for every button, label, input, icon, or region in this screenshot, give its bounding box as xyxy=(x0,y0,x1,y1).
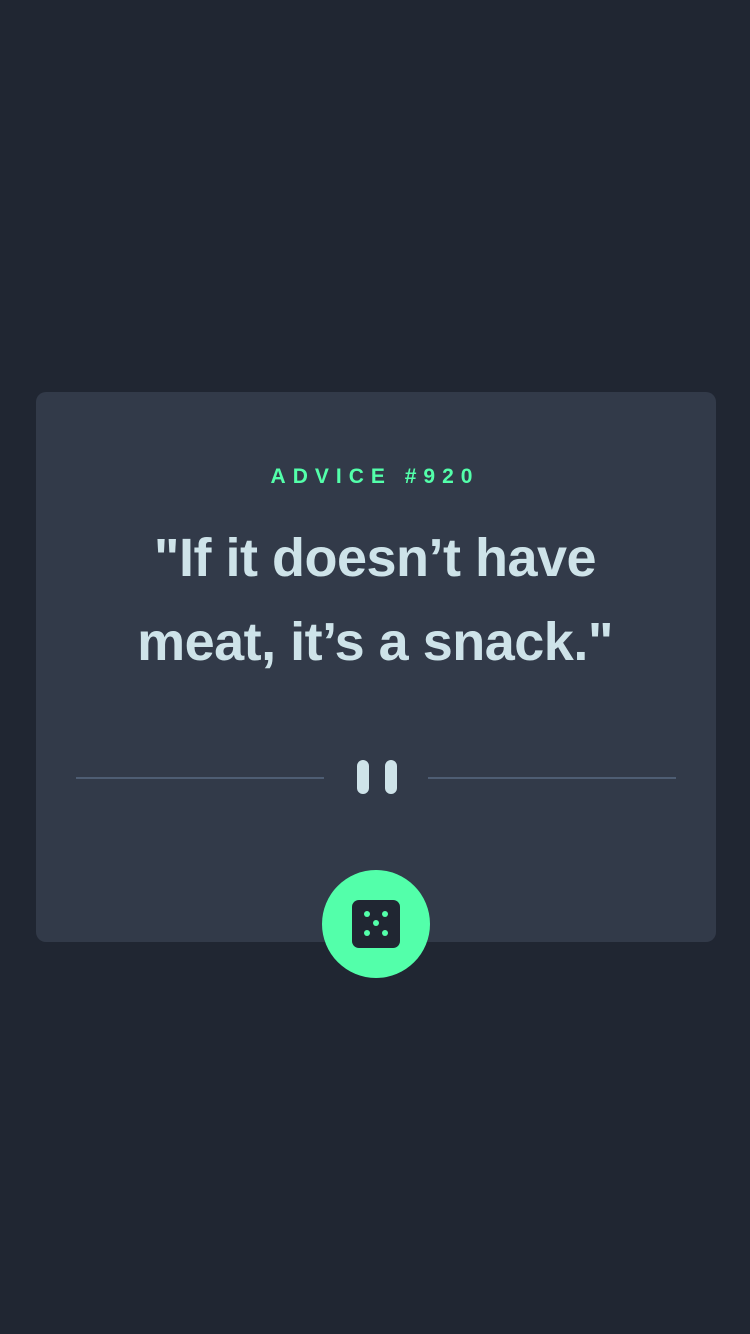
dice-pip xyxy=(382,911,388,917)
dice-pip xyxy=(364,911,370,917)
dice-icon xyxy=(352,900,400,948)
dice-pip xyxy=(373,920,379,926)
divider-line-left xyxy=(76,777,324,779)
pause-bar-left xyxy=(357,760,369,794)
dice-pip xyxy=(364,930,370,936)
advice-id: ADVICE #920 xyxy=(270,465,480,488)
new-advice-button[interactable] xyxy=(322,870,430,978)
divider-line-right xyxy=(428,777,676,779)
dice-pip xyxy=(382,930,388,936)
pause-bar-right xyxy=(385,760,397,794)
advice-quote: "If it doesn’t have meat, it’s a snack." xyxy=(137,528,613,672)
